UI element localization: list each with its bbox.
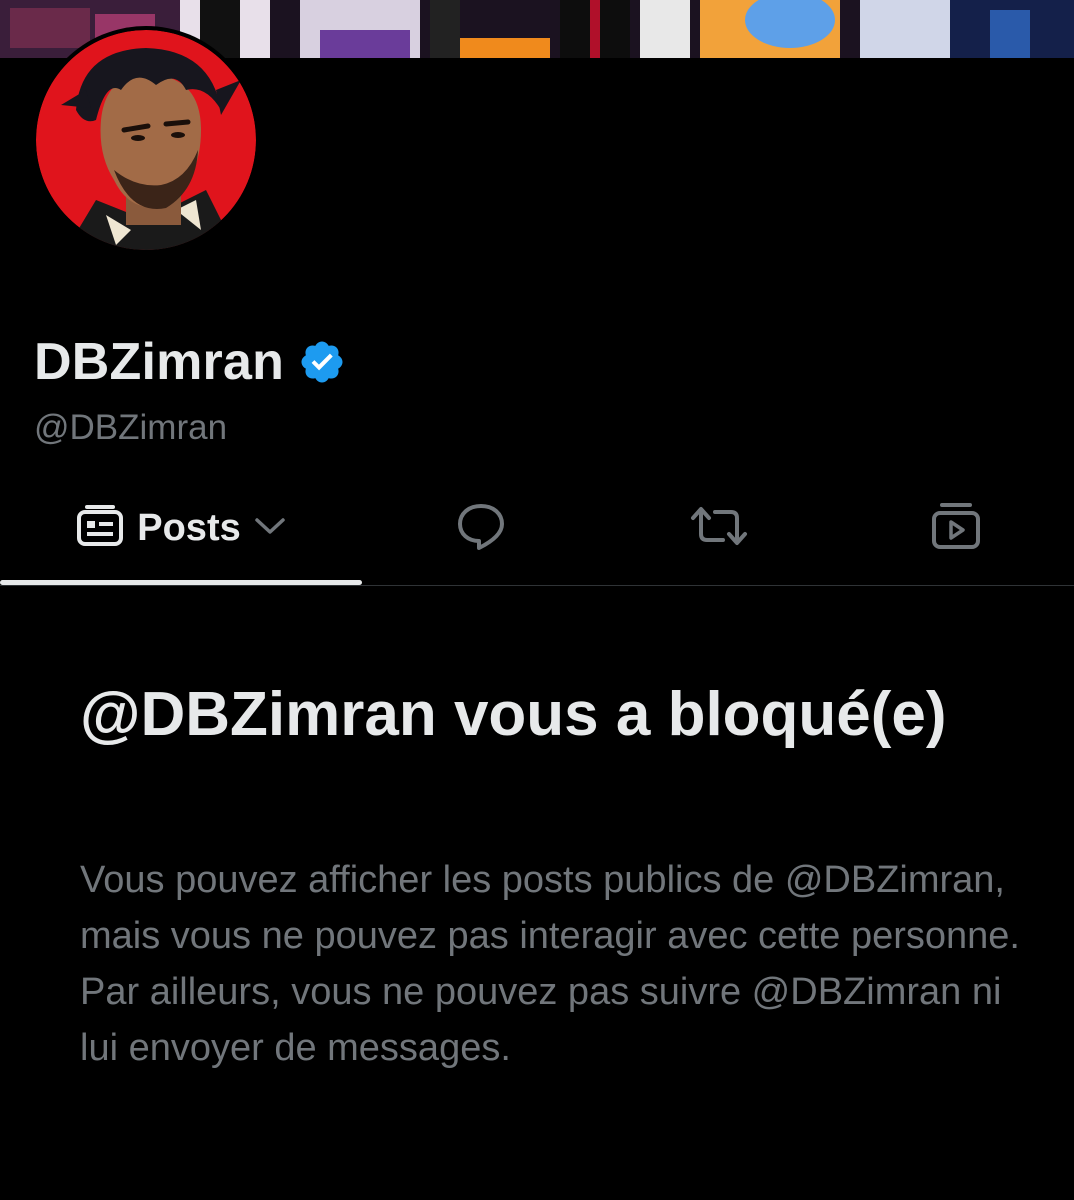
display-name: DBZimran [34, 333, 285, 391]
profile-tabs: Posts [0, 470, 1074, 586]
blocked-description: Vous pouvez afficher les posts publics d… [80, 859, 1020, 1069]
blocked-title: @DBZimran vous a bloqué(e) [80, 680, 947, 749]
profile-name-row: DBZimran [34, 330, 346, 394]
posts-feed-icon [75, 504, 125, 553]
verified-badge-icon[interactable] [298, 338, 346, 386]
tab-replies[interactable] [362, 470, 600, 586]
profile-handle: @DBZimran [34, 408, 228, 447]
profile-avatar[interactable] [32, 26, 260, 254]
tab-reposts[interactable] [600, 470, 838, 586]
active-tab-indicator [0, 580, 362, 585]
repost-icon [689, 504, 749, 553]
tab-posts-label: Posts [137, 506, 241, 549]
reply-bubble-icon [455, 501, 507, 556]
tab-media[interactable] [838, 470, 1074, 586]
tab-posts[interactable]: Posts [0, 470, 362, 586]
chevron-down-icon[interactable] [253, 514, 287, 543]
media-play-icon [930, 501, 982, 556]
profile-page: DBZimran @DBZimran Posts @DBZimran vous … [0, 0, 1074, 1200]
